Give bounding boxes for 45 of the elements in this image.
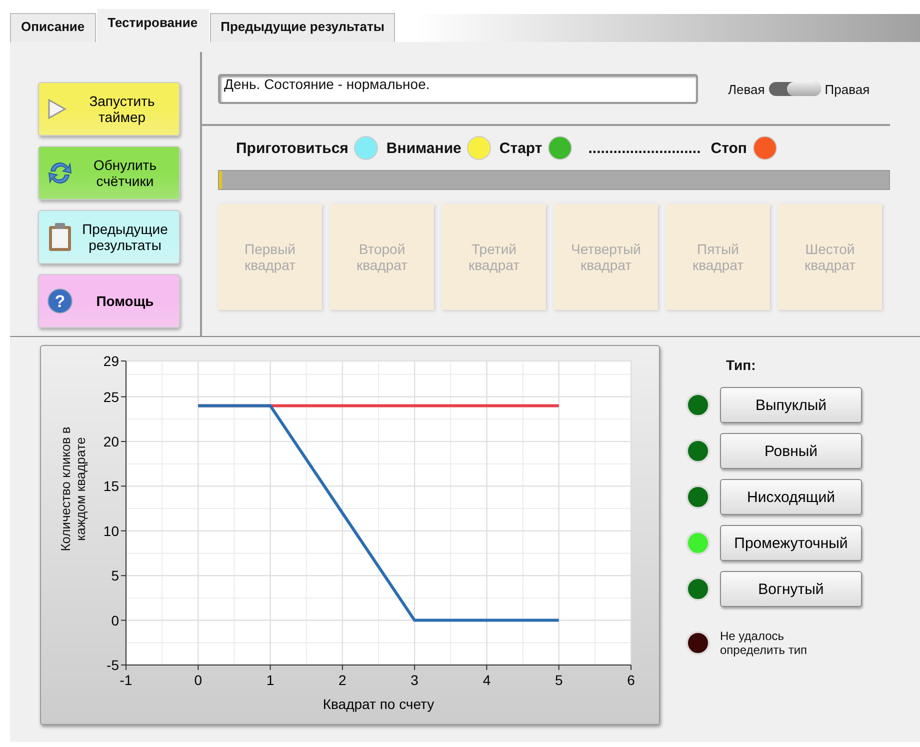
toggle-switch[interactable] [768, 82, 821, 96]
action-button[interactable]: Запустить таймер [38, 82, 180, 136]
signal-label: Старт [499, 140, 542, 156]
signal-label: Стоп [710, 140, 747, 156]
switch-label: Правая [824, 82, 870, 96]
y-tick-label: -5 [106, 657, 119, 673]
tab[interactable]: Тестирование [96, 9, 209, 42]
tab[interactable]: Описание [10, 13, 96, 42]
signal-label: Приготовиться [236, 140, 348, 156]
refresh-icon [47, 160, 73, 186]
type-button[interactable]: Нисходящий [720, 479, 862, 515]
y-tick-label: 20 [103, 433, 119, 450]
clipboard-icon [47, 222, 73, 252]
status-field[interactable]: День. Состояние - нормальное. [218, 74, 698, 104]
x-tick-label: 2 [338, 672, 346, 688]
switch-label: Левая [728, 82, 765, 96]
action-button[interactable]: ? Помощь [38, 274, 180, 328]
action-button[interactable]: Обнулить счётчики [38, 146, 180, 200]
type-button[interactable]: Промежуточный [720, 525, 862, 561]
type-button[interactable]: Вогнутый [720, 571, 862, 607]
y-tick-label: 15 [103, 478, 119, 494]
y-tick-label: 0 [111, 612, 119, 628]
type-button[interactable]: Ровный [720, 433, 862, 469]
x-tick-label: 0 [194, 672, 202, 688]
type-button[interactable]: Выпуклый [720, 387, 862, 423]
dotted-leader: ........................... [588, 140, 701, 156]
help-icon: ? [47, 288, 73, 314]
x-tick-label: -1 [120, 672, 132, 688]
tab[interactable]: Предыдущие результаты [210, 13, 396, 42]
indicator-label: Не удалось определить тип [720, 629, 808, 657]
y-tick-label: 10 [103, 522, 119, 539]
y-tick-label: 29 [103, 353, 119, 369]
x-axis-title: Квадрат по счету [322, 696, 434, 712]
action-button[interactable]: Предыдущие результаты [38, 210, 180, 264]
x-tick-label: 1 [266, 672, 274, 688]
x-tick-label: 5 [554, 672, 563, 688]
x-tick-label: 4 [482, 672, 491, 688]
play-icon [47, 98, 67, 120]
y-axis-title: Количество кликов в каждом квадрате [58, 426, 88, 554]
type-title: Тип: [726, 357, 757, 373]
signal-label: Внимание [386, 140, 462, 156]
y-tick-label: 25 [103, 388, 119, 405]
x-tick-label: 3 [410, 672, 418, 688]
x-tick-label: 6 [627, 672, 635, 688]
y-tick-label: 5 [111, 568, 119, 584]
